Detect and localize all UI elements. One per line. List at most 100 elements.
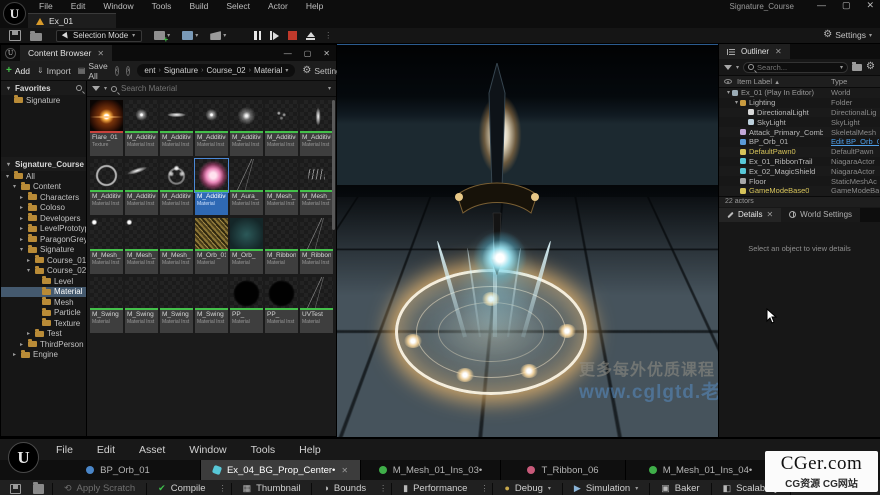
- tree-item-all[interactable]: ▾All: [1, 171, 86, 182]
- tree-item-mesh[interactable]: Mesh: [1, 297, 86, 308]
- tree-item-coloso[interactable]: ▸Coloso: [1, 203, 86, 214]
- editor-tab-m-mesh-01-ins-04-[interactable]: M_Mesh_01_Ins_04•: [626, 460, 776, 480]
- menu-edit[interactable]: Edit: [62, 0, 95, 13]
- outliner-row-defaultpawn0[interactable]: DefaultPawn0DefaultPawn: [719, 147, 880, 157]
- tree-expander-icon[interactable]: ▾: [25, 267, 32, 274]
- maximize-icon[interactable]: ▢: [304, 49, 312, 58]
- tree-item-material[interactable]: Material: [1, 287, 86, 298]
- editor-settings-dropdown[interactable]: ⚙ Settings ▾: [823, 30, 872, 40]
- tree-item-course_02[interactable]: ▾Course_02: [1, 266, 86, 277]
- menu-asset[interactable]: Asset: [127, 444, 177, 456]
- breadcrumb-item[interactable]: ent: [144, 66, 155, 75]
- tree-item-engine[interactable]: ▸Engine: [1, 350, 86, 361]
- back-icon[interactable]: ‹: [115, 66, 119, 76]
- eject-icon[interactable]: [306, 32, 315, 40]
- maximize-icon[interactable]: ▢: [842, 0, 851, 11]
- world-settings-tab[interactable]: World Settings: [781, 208, 860, 222]
- save-all-button[interactable]: ▤ Save All: [78, 61, 108, 81]
- close-icon[interactable]: ✕: [97, 49, 104, 58]
- tree-expander-icon[interactable]: ▸: [18, 341, 25, 348]
- tree-item-levelprototyping[interactable]: ▸LevelPrototyping: [1, 224, 86, 235]
- tree-item-developers[interactable]: ▸Developers: [1, 213, 86, 224]
- tree-expander-icon[interactable]: ▸: [25, 330, 32, 337]
- tree-expander-icon[interactable]: ▸: [18, 215, 25, 222]
- asset-tile-pp[interactable]: PP_Material Inst: [265, 277, 298, 333]
- outliner-row-ex-01-play-in-editor-[interactable]: ▾Ex_01 (Play In Editor)World: [719, 88, 880, 98]
- breadcrumb-item[interactable]: Signature: [164, 66, 198, 75]
- menu-help[interactable]: Help: [297, 0, 332, 13]
- tree-expander-icon[interactable]: ▸: [25, 257, 32, 264]
- outliner-search-field[interactable]: ▾: [743, 62, 848, 73]
- close-icon[interactable]: ✕: [323, 49, 330, 58]
- menu-file[interactable]: File: [30, 0, 62, 13]
- close-icon[interactable]: ✕: [341, 466, 348, 475]
- editor-tab-ex-04-bg-prop-center-[interactable]: Ex_04_BG_Prop_Center•✕: [201, 460, 361, 480]
- asset-tile-m_mesh[interactable]: M_Mesh_Material Inst: [265, 159, 298, 215]
- thumbnail-button[interactable]: ▦Thumbnail: [236, 480, 308, 495]
- close-icon[interactable]: ✕: [775, 47, 782, 56]
- asset-tile-m_additive[interactable]: M_Additive_Material: [195, 159, 228, 215]
- editor-tab-t-ribbon-06[interactable]: T_Ribbon_06: [501, 460, 626, 480]
- frame-skip-icon[interactable]: [270, 31, 279, 40]
- asset-tile-m_mesh[interactable]: M_Mesh_Material Inst: [160, 218, 193, 274]
- level-viewport[interactable]: 更多每外优质课程 www.cglgtd.老狗他爹: [337, 44, 718, 437]
- asset-tile-m_mesh[interactable]: M_Mesh_Material Inst: [125, 218, 158, 274]
- chevron-down-icon[interactable]: ▾: [285, 67, 288, 74]
- outliner-settings-icon[interactable]: ⚙: [866, 62, 875, 72]
- search-icon[interactable]: [76, 85, 82, 91]
- breadcrumb-item[interactable]: Course_02: [206, 66, 245, 75]
- forward-icon[interactable]: ›: [126, 66, 130, 76]
- asset-tile-m_orb[interactable]: M_Orb_Material: [230, 218, 263, 274]
- asset-tile-m_additive[interactable]: M_Additive_Material Inst: [230, 100, 263, 156]
- item-label-column[interactable]: Item Label ▲: [737, 77, 780, 86]
- outliner-row-ex-02-magicshield[interactable]: Ex_02_MagicShieldNiagaraActor: [719, 166, 880, 176]
- menu-file[interactable]: File: [44, 444, 85, 456]
- asset-tile-m_swing[interactable]: M_SwingMaterial Inst: [125, 277, 158, 333]
- edit-blueprint-link[interactable]: Edit BP_Orb_0: [831, 137, 879, 146]
- tree-item-signature[interactable]: ▾Signature: [1, 245, 86, 256]
- new-folder-icon[interactable]: [852, 64, 862, 71]
- menu-tools[interactable]: Tools: [143, 0, 181, 13]
- favorites-header[interactable]: ▾ Favorites: [1, 81, 86, 95]
- asset-tile-m_swing[interactable]: M_SwingMaterial: [90, 277, 123, 333]
- tree-item-course_01[interactable]: ▸Course_01: [1, 255, 86, 266]
- outliner-tab[interactable]: Outliner ✕: [719, 44, 790, 59]
- asset-tile-m_additive[interactable]: M_Additive_Material Inst: [195, 100, 228, 156]
- import-button[interactable]: ⇓ Import: [37, 66, 71, 76]
- close-icon[interactable]: ✕: [866, 0, 874, 11]
- browse-content-icon[interactable]: [30, 33, 42, 41]
- asset-tile-m_additive[interactable]: M_Additive_Material Inst: [125, 159, 158, 215]
- tree-expander-icon[interactable]: ▸: [18, 194, 25, 201]
- tree-expander-icon[interactable]: ▾: [4, 173, 11, 180]
- project-tree-header[interactable]: ▾ Signature_Course: [1, 157, 86, 171]
- asset-tile-uvtest[interactable]: UVTestMaterial: [300, 277, 333, 333]
- breadcrumb[interactable]: ent›Signature›Course_02›Material▾: [137, 64, 295, 77]
- menu-select[interactable]: Select: [217, 0, 259, 13]
- filter-icon[interactable]: [724, 65, 732, 70]
- simulation-button[interactable]: ▶Simulation▾: [567, 480, 645, 495]
- editor-tab-m-mesh-01-ins-03-[interactable]: M_Mesh_01_Ins_03•: [361, 460, 501, 480]
- type-column[interactable]: Type: [831, 77, 847, 86]
- filter-icon[interactable]: [92, 86, 100, 91]
- tree-item-thirdperson[interactable]: ▸ThirdPerson: [1, 339, 86, 350]
- bounds-button[interactable]: ◑Bounds: [316, 480, 373, 495]
- row-expander-icon[interactable]: ▾: [725, 89, 732, 96]
- details-tab[interactable]: Details ✕: [719, 208, 781, 222]
- outliner-row-skylight[interactable]: SkyLightSkyLight: [719, 117, 880, 127]
- search-input[interactable]: [121, 84, 324, 93]
- add-actor-dropdown[interactable]: ▾: [154, 31, 170, 40]
- play-options-dots-icon[interactable]: ⋮: [324, 31, 332, 40]
- minimize-icon[interactable]: —: [284, 49, 292, 58]
- tree-item-paragongreystone[interactable]: ▸ParagonGreystone: [1, 234, 86, 245]
- asset-tile-m_mesh[interactable]: M_Mesh_Material Inst: [90, 218, 123, 274]
- asset-tile-m_ribbon[interactable]: M_Ribbon_Material: [265, 218, 298, 274]
- blueprints-dropdown[interactable]: ▾: [182, 31, 198, 40]
- asset-tile-m_swing[interactable]: M_SwingMaterial Inst: [160, 277, 193, 333]
- outliner-row-lighting[interactable]: ▾LightingFolder: [719, 98, 880, 108]
- performance-button[interactable]: ▮Performance: [396, 480, 474, 495]
- asset-tile-m_additive[interactable]: M_Additive_Material Inst: [265, 100, 298, 156]
- content-browser-tab[interactable]: Content Browser ✕: [20, 45, 112, 61]
- outliner-row-bp-orb-01[interactable]: BP_Orb_01Edit BP_Orb_0: [719, 137, 880, 147]
- stop-icon[interactable]: [288, 31, 297, 40]
- asset-tile-pp[interactable]: PP_Material: [230, 277, 263, 333]
